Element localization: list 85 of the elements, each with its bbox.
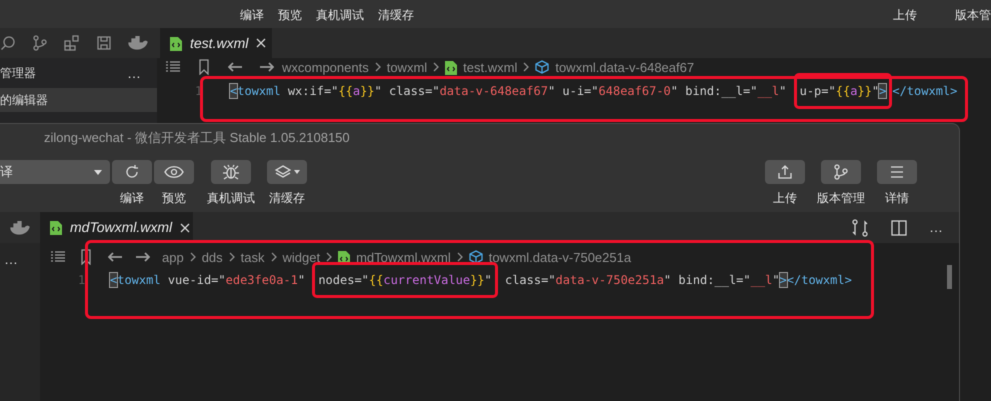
highlighted-code: nodes="{{currentValue}}" — [312, 262, 498, 298]
breadcrumb-item[interactable]: task — [240, 250, 265, 264]
code-text: class="data-v-750e251a" bind:__l="__l"></towxml> — [504, 272, 852, 289]
caret-icon — [94, 170, 102, 174]
bookmark-icon — [198, 59, 210, 75]
cube-icon — [535, 60, 550, 74]
compare-icon — [851, 218, 869, 236]
chevron-icon — [228, 251, 236, 263]
toolbar-label: 编译 — [120, 190, 144, 207]
layers-icon — [274, 164, 290, 180]
breadcrumb-item[interactable]: mdTowxml.wxml — [356, 250, 451, 264]
refresh-icon — [124, 164, 140, 180]
more-button[interactable]: … — [929, 217, 943, 238]
highlighted-code: u-p="{{a}}"> — [794, 73, 892, 109]
toolbar-label: 版本管理 — [817, 190, 865, 207]
toolbar-label: 预览 — [162, 190, 186, 207]
sidebar-title: 管理器 — [0, 65, 36, 82]
breadcrumb-item[interactable]: towxml.data-v-648eaf67 — [555, 60, 694, 74]
toolbar-label: 清缓存 — [378, 7, 414, 24]
split-editor-icon — [891, 220, 907, 236]
whale-icon — [128, 36, 148, 50]
close-icon[interactable] — [256, 38, 266, 48]
cube-icon — [468, 250, 483, 264]
code-text: <towxml vue-id="ede3fe0a-1" — [110, 272, 306, 289]
toolbar-button[interactable] — [112, 160, 152, 184]
menu-icon — [889, 165, 905, 179]
toolbar-label: 清缓存 — [269, 190, 305, 207]
toolbar-button[interactable] — [267, 160, 307, 184]
list-icon — [165, 60, 181, 74]
chevron-icon — [432, 61, 440, 73]
chevron-icon — [325, 251, 334, 263]
chevron-icon — [456, 251, 464, 263]
branch-icon — [32, 35, 48, 51]
file-icon — [170, 36, 182, 50]
line-number: 1 — [77, 272, 86, 289]
arrow-right-icon — [136, 252, 150, 262]
list-icon — [50, 250, 66, 264]
arrow-left-icon — [228, 62, 242, 72]
arrow-right-icon — [260, 62, 274, 72]
toolbar-label: 版本管 — [955, 7, 991, 24]
chevron-icon — [270, 251, 278, 263]
toolbar-label: 上传 — [893, 7, 917, 24]
more-button[interactable]: … — [127, 62, 141, 84]
toolbar-label: 真机调试 — [207, 190, 255, 207]
code-text: <towxml wx:if="{{a}}" class="data-v-648eaf67" u-i="648eaf67-0" bind:__l="__l" — [230, 83, 788, 100]
breadcrumb-item[interactable]: test.wxml — [463, 60, 518, 74]
code-text: </towxml> — [892, 83, 958, 100]
close-icon[interactable] — [180, 222, 190, 232]
window-title: zilong-wechat - 微信开发者工具 Stable 1.05.2108150 — [44, 129, 350, 148]
breadcrumb-item[interactable]: app — [162, 250, 184, 264]
file-icon — [50, 220, 62, 235]
chevron-icon — [522, 61, 530, 73]
toolbar-label: 上传 — [773, 190, 797, 207]
toolbar-label: 编译 — [240, 7, 264, 24]
breadcrumb-item[interactable]: towxml — [386, 60, 428, 74]
chevron-icon — [374, 61, 382, 73]
breadcrumb-item[interactable]: widget — [282, 250, 320, 264]
scrollbar-thumb[interactable] — [947, 265, 952, 289]
toolbar-button[interactable] — [765, 160, 805, 184]
chevron-icon — [188, 251, 197, 263]
extensions-icon — [64, 35, 80, 51]
sidebar-item[interactable]: 的编辑器 — [0, 88, 157, 112]
bug-icon — [222, 164, 240, 180]
breadcrumb-item[interactable]: dds — [202, 250, 223, 264]
toolbar-button[interactable] — [821, 160, 861, 184]
toolbar-button[interactable] — [211, 160, 251, 184]
save-icon — [96, 35, 112, 51]
toolbar-button[interactable] — [877, 160, 917, 184]
toolbar-label: 预览 — [278, 7, 302, 24]
toolbar-label: 真机调试 — [316, 7, 364, 24]
upload-icon — [777, 164, 793, 180]
branch-icon — [833, 164, 849, 180]
mode-dropdown[interactable]: 译 — [0, 160, 110, 184]
editor-tab[interactable]: test.wxml — [160, 28, 272, 58]
breadcrumb-item[interactable]: towxml.data-v-750e251a — [488, 250, 632, 264]
toolbar-button[interactable] — [154, 160, 194, 184]
editor-tab[interactable]: mdTowxml.wxml — [40, 212, 193, 243]
search-icon — [0, 35, 16, 51]
more-button[interactable]: … — [0, 243, 40, 270]
bookmark-icon — [80, 249, 92, 265]
arrow-left-icon — [108, 252, 122, 262]
breadcrumb-item[interactable]: wxcomponents — [282, 60, 369, 74]
eye-icon — [164, 165, 184, 179]
toolbar-label: 详情 — [885, 190, 909, 207]
caret-icon — [294, 170, 300, 174]
